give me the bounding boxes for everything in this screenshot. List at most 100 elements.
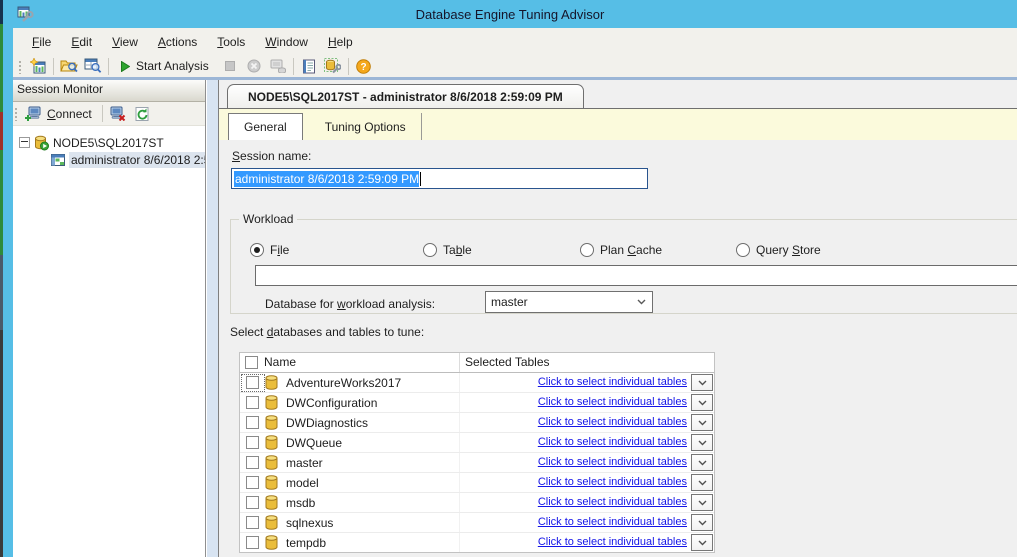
column-divider: [459, 433, 460, 452]
connect-button[interactable]: Connect: [22, 103, 99, 125]
start-analysis-button[interactable]: Start Analysis: [112, 56, 218, 77]
main-pane: NODE5\SQL2017ST - administrator 8/6/2018…: [218, 80, 1017, 557]
column-divider: [459, 453, 460, 472]
tables-dropdown-button[interactable]: [691, 374, 713, 391]
toolbar-separator: [293, 58, 294, 75]
session-monitor-header: Session Monitor: [13, 80, 205, 102]
workload-groupbox: Workload File Table Plan Cache: [230, 212, 1017, 314]
open-session-icon: [60, 58, 78, 74]
stop-analysis-button: [218, 56, 242, 77]
database-name: sqlnexus: [286, 516, 333, 530]
menu-window[interactable]: Window: [255, 31, 318, 53]
row-checkbox[interactable]: [246, 536, 259, 549]
select-tables-link[interactable]: Click to select individual tables: [538, 496, 687, 508]
radio-query-store[interactable]: Query Store: [736, 243, 821, 257]
select-all-checkbox[interactable]: [245, 356, 258, 369]
db-analysis-combo[interactable]: master: [485, 291, 653, 313]
disconnect-button[interactable]: [106, 103, 130, 124]
radio-plan-cache[interactable]: Plan Cache: [580, 243, 662, 257]
databases-table: Name Selected Tables AdventureWorks2017 …: [239, 352, 715, 553]
column-divider: [459, 353, 460, 372]
tables-dropdown-button[interactable]: [691, 474, 713, 491]
select-tables-link[interactable]: Click to select individual tables: [538, 376, 687, 388]
session-icon: [51, 154, 65, 166]
menu-tools[interactable]: Tools: [207, 31, 255, 53]
select-tables-link[interactable]: Click to select individual tables: [538, 396, 687, 408]
refresh-button[interactable]: [130, 103, 154, 124]
menu-help[interactable]: Help: [318, 31, 363, 53]
database-icon: [265, 415, 278, 430]
menu-actions[interactable]: Actions: [148, 31, 207, 53]
main-toolbar: Start Analysis: [13, 55, 1017, 77]
tables-dropdown-button[interactable]: [691, 414, 713, 431]
select-tables-link[interactable]: Click to select individual tables: [538, 436, 687, 448]
database-name: DWQueue: [286, 436, 342, 450]
database-name: DWDiagnostics: [286, 416, 368, 430]
select-tables-link[interactable]: Click to select individual tables: [538, 516, 687, 528]
toolbar-grip[interactable]: [18, 59, 22, 74]
tables-dropdown-button[interactable]: [691, 454, 713, 471]
connect-label: Connect: [47, 107, 92, 121]
tables-dropdown-button[interactable]: [691, 494, 713, 511]
database-name: msdb: [286, 496, 315, 510]
workload-file-input[interactable]: [255, 265, 1017, 286]
help-button[interactable]: ?: [352, 56, 376, 77]
select-tables-link[interactable]: Click to select individual tables: [538, 536, 687, 548]
tables-dropdown-button[interactable]: [691, 434, 713, 451]
database-icon: [265, 375, 278, 390]
row-checkbox[interactable]: [246, 416, 259, 429]
help-icon: ?: [356, 59, 371, 74]
row-checkbox[interactable]: [246, 456, 259, 469]
toolbar-separator: [102, 105, 103, 122]
document-tab[interactable]: NODE5\SQL2017ST - administrator 8/6/2018…: [227, 84, 584, 108]
db-table-body: AdventureWorks2017 Click to select indiv…: [240, 373, 714, 552]
column-divider: [459, 413, 460, 432]
tables-dropdown-button[interactable]: [691, 534, 713, 551]
session-name-input[interactable]: administrator 8/6/2018 2:59:09 PM: [231, 168, 648, 189]
menu-file[interactable]: File: [22, 31, 61, 53]
open-workload-button[interactable]: [81, 56, 105, 77]
radio-file[interactable]: File: [250, 243, 289, 257]
new-session-button[interactable]: [26, 56, 50, 77]
tables-dropdown-button[interactable]: [691, 514, 713, 531]
table-row: tempdb Click to select individual tables: [240, 532, 714, 552]
tab-tuning-options[interactable]: Tuning Options: [310, 113, 422, 140]
column-divider: [459, 393, 460, 412]
toolbar-grip[interactable]: [14, 106, 18, 121]
row-checkbox[interactable]: [246, 396, 259, 409]
row-checkbox[interactable]: [246, 376, 259, 389]
open-workload-icon: [84, 58, 102, 74]
menu-edit[interactable]: Edit: [61, 31, 102, 53]
cancel-button: [242, 56, 266, 77]
database-icon: [265, 515, 278, 530]
tree-item-session[interactable]: administrator 8/6/2018 2:59:: [13, 151, 205, 168]
radio-query-store-label: Query Store: [756, 243, 821, 257]
row-checkbox[interactable]: [246, 436, 259, 449]
start-analysis-label: Start Analysis: [136, 59, 209, 73]
workload-legend: Workload: [239, 212, 297, 226]
report-button[interactable]: [297, 56, 321, 77]
radio-table[interactable]: Table: [423, 243, 472, 257]
refresh-icon: [135, 107, 149, 121]
tree-item-server[interactable]: NODE5\SQL2017ST: [13, 134, 205, 151]
menu-view[interactable]: View: [102, 31, 148, 53]
radio-plan-cache-dot: [580, 243, 594, 257]
database-icon: [265, 535, 278, 550]
select-tables-link[interactable]: Click to select individual tables: [538, 476, 687, 488]
start-analysis-icon: [121, 61, 130, 72]
select-tables-link[interactable]: Click to select individual tables: [538, 416, 687, 428]
new-session-icon: [30, 58, 47, 75]
tuning-options-button[interactable]: [321, 56, 345, 77]
collapse-expander-icon[interactable]: [19, 137, 30, 148]
tables-dropdown-button[interactable]: [691, 394, 713, 411]
radio-file-dot: [250, 243, 264, 257]
panel-splitter[interactable]: [205, 80, 218, 557]
row-checkbox[interactable]: [246, 476, 259, 489]
row-checkbox[interactable]: [246, 496, 259, 509]
tab-general[interactable]: General: [228, 113, 303, 140]
session-name-selected-text: administrator 8/6/2018 2:59:09 PM: [234, 171, 419, 187]
database-icon: [265, 455, 278, 470]
row-checkbox[interactable]: [246, 516, 259, 529]
open-session-button[interactable]: [57, 56, 81, 77]
select-tables-link[interactable]: Click to select individual tables: [538, 456, 687, 468]
